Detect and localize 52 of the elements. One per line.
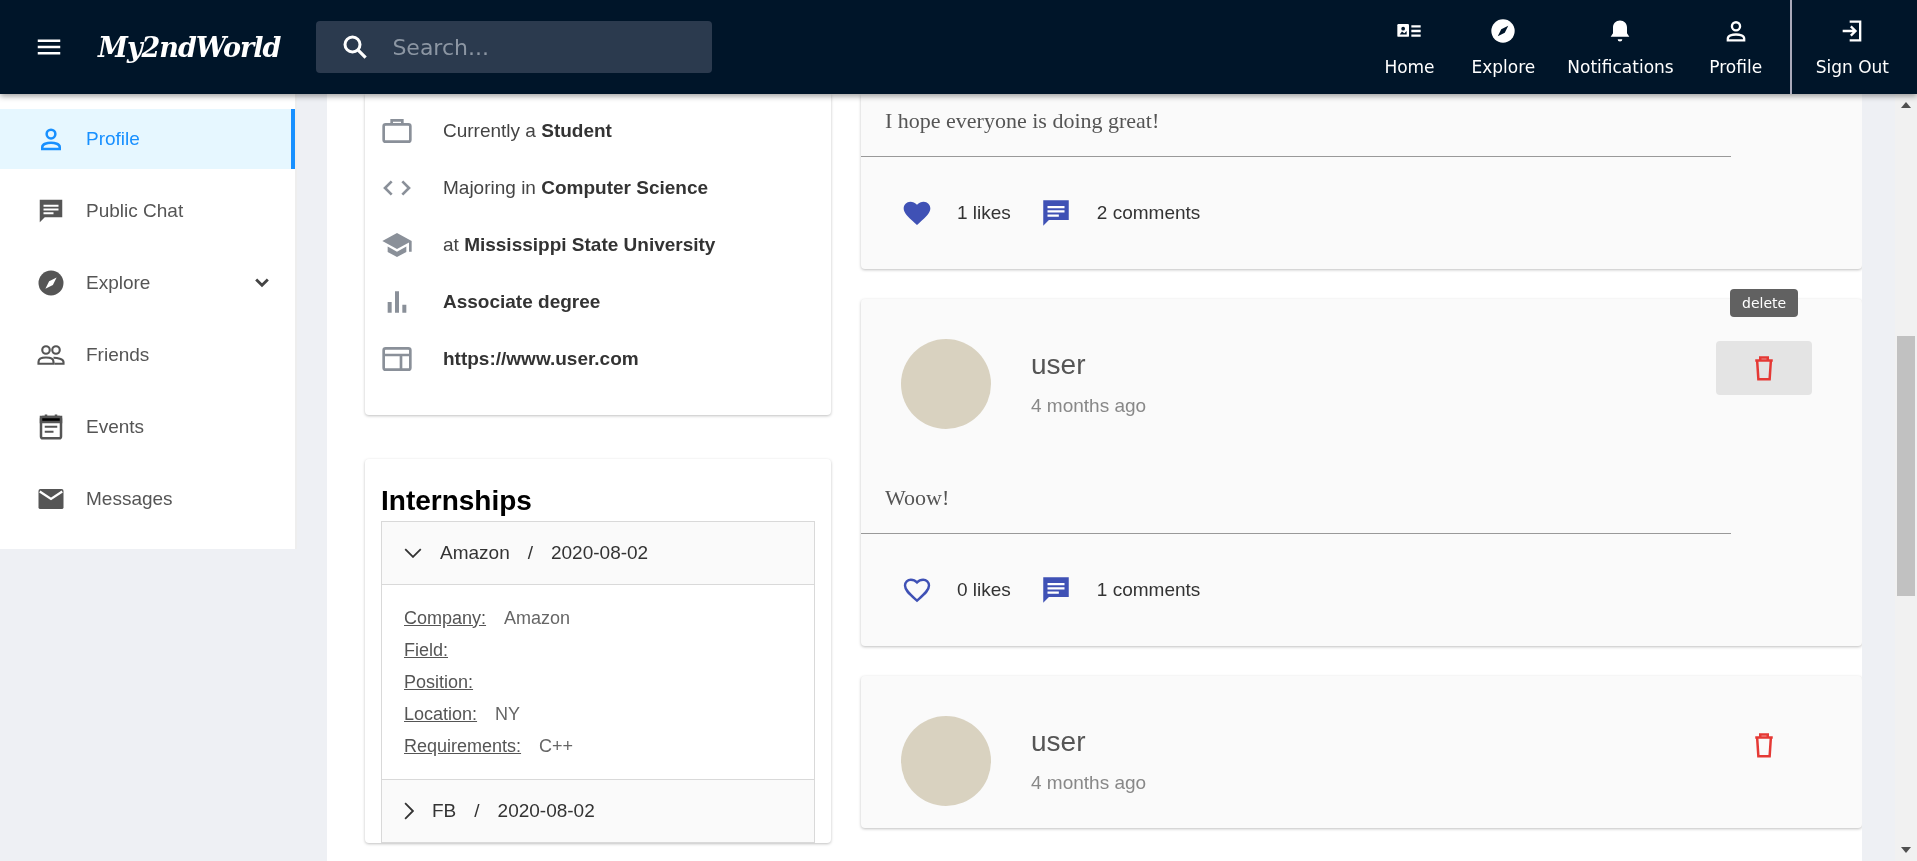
sidebar-item[interactable]: Events — [0, 397, 295, 457]
internship-date: 2020-08-02 — [551, 542, 649, 564]
tooltip: delete — [1730, 289, 1799, 317]
sidebar-item[interactable]: Explore — [0, 253, 295, 313]
author-name[interactable]: user — [1031, 726, 1147, 758]
field-value: C++ — [539, 735, 574, 757]
search-bar[interactable]: Search... — [316, 21, 713, 73]
author-name[interactable]: user — [1031, 349, 1147, 381]
section-title: Internships — [381, 485, 533, 517]
field-label: Position: — [404, 671, 474, 693]
comment-count: 2 comments — [1096, 202, 1201, 224]
brand-logo[interactable]: My2ndWorld — [98, 31, 281, 63]
profile-detail: at Mississippi State University — [443, 233, 716, 256]
company-name: Amazon — [440, 542, 510, 564]
field-label: Company: — [404, 607, 487, 629]
sidebar-item[interactable]: Friends — [0, 325, 295, 385]
post-time: 4 months ago — [1031, 772, 1147, 794]
scroll-up-icon[interactable] — [1901, 102, 1911, 108]
field-label: Field: — [404, 639, 448, 661]
field-value: NY — [495, 703, 521, 725]
accordion-header[interactable]: Amazon / 2020-08-02 — [382, 522, 814, 584]
company-name: FB — [432, 800, 457, 822]
accordion-header[interactable]: FB / 2020-08-02 — [382, 780, 814, 842]
nav-link[interactable]: Explore — [1455, 0, 1552, 94]
compass-icon — [36, 268, 66, 298]
field-label: Requirements: — [404, 735, 522, 757]
chevron-down-icon — [404, 548, 422, 558]
search-input[interactable]: Search... — [390, 33, 697, 61]
separator: / — [527, 542, 533, 564]
post-text: Woow! — [884, 484, 951, 512]
sidebar-item[interactable]: Messages — [0, 469, 295, 529]
like-count: 1 likes — [957, 202, 1011, 224]
profile-detail: Majoring in Computer Science — [443, 176, 709, 199]
field-value: Amazon — [504, 607, 571, 629]
delete-button[interactable] — [1716, 341, 1812, 395]
comment-count: 1 comments — [1096, 579, 1201, 601]
compass-icon — [1489, 17, 1518, 45]
post-text: I hope everyone is doing great! — [884, 107, 1161, 135]
nav-link[interactable]: Home — [1363, 0, 1456, 94]
nav-link[interactable]: Notifications — [1551, 0, 1690, 94]
sidebar-item[interactable]: Public Chat — [0, 181, 295, 241]
scroll-down-icon[interactable] — [1901, 847, 1911, 853]
chevron-right-icon — [404, 802, 414, 820]
post-time: 4 months ago — [1031, 395, 1147, 417]
nav-link[interactable]: Profile — [1689, 0, 1782, 94]
profile-detail: https://www.user.com — [443, 347, 639, 370]
separator: / — [474, 800, 480, 822]
profile-detail: Associate degree — [443, 290, 601, 313]
like-count: 0 likes — [957, 579, 1011, 601]
profile-detail: Currently a Student — [443, 119, 612, 142]
internship-date: 2020-08-02 — [497, 800, 595, 822]
field-label: Location: — [404, 703, 478, 725]
